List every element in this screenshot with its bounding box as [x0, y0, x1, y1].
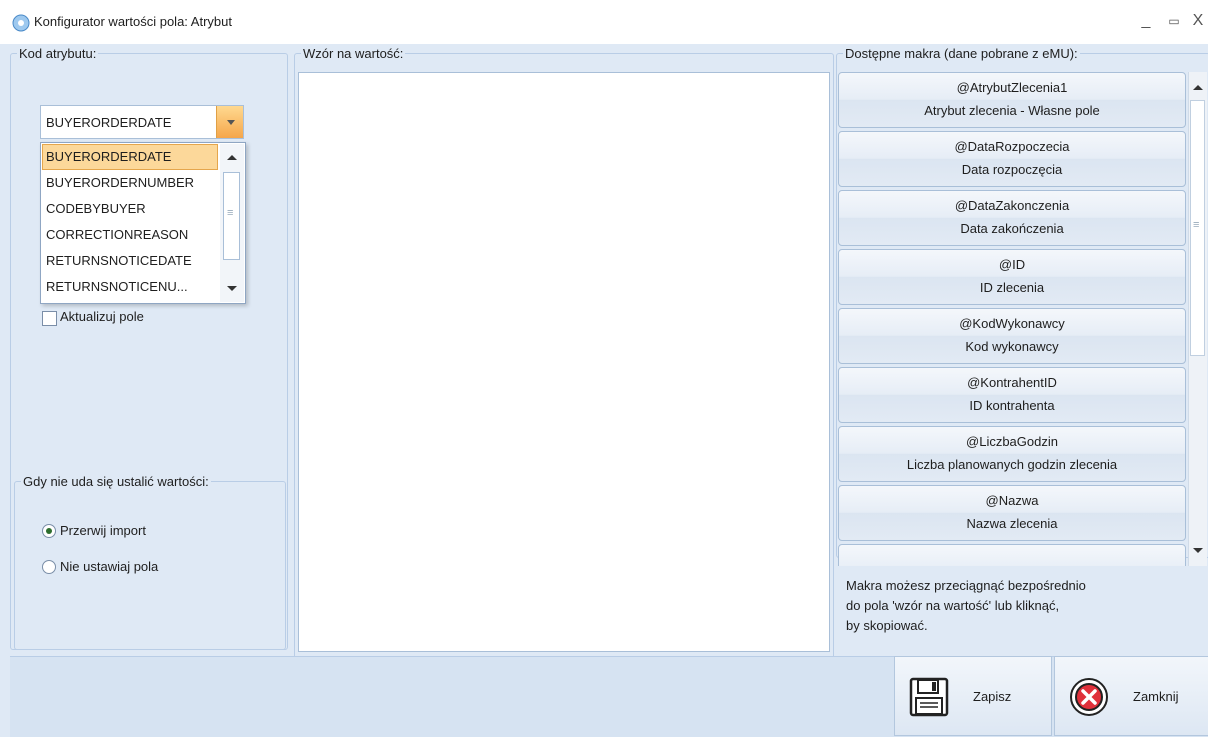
macro-description: ID zlecenia — [979, 280, 1045, 295]
app-icon — [12, 14, 30, 32]
save-button[interactable]: Zapisz — [894, 656, 1052, 736]
macro-button-partial[interactable] — [838, 544, 1186, 566]
combobox-value: BUYERORDERDATE — [46, 115, 172, 130]
scroll-down-icon[interactable] — [227, 286, 237, 296]
close-button[interactable]: Zamknij — [1054, 656, 1208, 736]
scroll-thumb[interactable] — [223, 172, 240, 260]
macro-description: ID kontrahenta — [969, 398, 1055, 413]
dropdown-option[interactable]: RETURNSNOTICENU... — [42, 274, 222, 300]
macro-description: Liczba planowanych godzin zlecenia — [906, 457, 1118, 472]
dropdown-scrollbar[interactable] — [220, 144, 244, 302]
scroll-down-icon[interactable] — [1193, 548, 1203, 558]
macro-code: @Nazwa — [985, 493, 1039, 508]
macro-code: @KodWykonawcy — [959, 316, 1065, 331]
macro-button[interactable]: @LiczbaGodzin Liczba planowanych godzin … — [838, 426, 1186, 482]
macros-group-label: Dostępne makra (dane pobrane z eMU): — [845, 46, 1078, 61]
macro-button[interactable]: @DataRozpoczecia Data rozpoczęcia — [838, 131, 1186, 187]
close-circle-icon — [1070, 678, 1108, 716]
macro-button[interactable]: @Nazwa Nazwa zlecenia — [838, 485, 1186, 541]
minimize-button[interactable]: _ — [1132, 8, 1160, 34]
hint-line: do pola 'wzór na wartość' lub kliknąć, — [846, 598, 1060, 613]
macro-scrollbar[interactable] — [1188, 72, 1207, 566]
macro-description: Data zakończenia — [960, 221, 1064, 236]
attribute-code-label: Kod atrybutu: — [19, 46, 97, 61]
macro-button[interactable]: @DataZakonczenia Data zakończenia — [838, 190, 1186, 246]
close-button-label: Zamknij — [1133, 689, 1179, 704]
update-field-checkbox[interactable] — [42, 311, 57, 326]
macro-code: @ID — [998, 257, 1026, 272]
macro-code: @DataRozpoczecia — [954, 139, 1070, 154]
fallback-group-label: Gdy nie uda się ustalić wartości: — [23, 474, 209, 489]
window-title: Konfigurator wartości pola: Atrybut — [34, 14, 232, 29]
close-window-button[interactable]: X — [1184, 8, 1208, 34]
macro-description: Data rozpoczęcia — [961, 162, 1063, 177]
macro-button[interactable]: @KontrahentID ID kontrahenta — [838, 367, 1186, 423]
dropdown-option[interactable]: BUYERORDERDATE — [42, 144, 218, 170]
macro-description: Nazwa zlecenia — [966, 516, 1058, 531]
macro-hint: Makra możesz przeciągnąć bezpośrednio do… — [846, 576, 1186, 636]
do-not-set-field-label: Nie ustawiaj pola — [60, 559, 159, 574]
macro-button[interactable]: @ID ID zlecenia — [838, 249, 1186, 305]
macro-list: @AtrybutZlecenia1 Atrybut zlecenia - Wła… — [838, 72, 1186, 566]
macro-code: @DataZakonczenia — [954, 198, 1070, 213]
dropdown-option[interactable]: CORRECTIONREASON — [42, 222, 222, 248]
macro-button[interactable]: @AtrybutZlecenia1 Atrybut zlecenia - Wła… — [838, 72, 1186, 128]
macro-description: Kod wykonawcy — [965, 339, 1059, 354]
do-not-set-field-radio[interactable] — [42, 560, 56, 574]
macro-code: @AtrybutZlecenia1 — [956, 80, 1068, 95]
macro-code: @LiczbaGodzin — [966, 434, 1058, 449]
chevron-down-icon[interactable] — [216, 106, 243, 138]
floppy-disk-icon — [909, 677, 949, 717]
attribute-code-dropdown[interactable]: BUYERORDERDATE BUYERORDERNUMBER CODEBYBU… — [40, 142, 246, 304]
abort-import-radio[interactable] — [42, 524, 56, 538]
hint-line: Makra możesz przeciągnąć bezpośrednio — [846, 578, 1086, 593]
scroll-thumb[interactable] — [1190, 100, 1205, 356]
value-formula-textarea[interactable] — [298, 72, 830, 652]
scroll-up-icon[interactable] — [227, 150, 237, 160]
hint-line: by skopiować. — [846, 618, 928, 633]
title-bar: Konfigurator wartości pola: Atrybut _ ▭ … — [0, 0, 1208, 44]
value-formula-label: Wzór na wartość: — [303, 46, 404, 61]
scroll-up-icon[interactable] — [1193, 80, 1203, 90]
macro-button[interactable]: @KodWykonawcy Kod wykonawcy — [838, 308, 1186, 364]
dropdown-option[interactable]: RETURNSNOTICEDATE — [42, 248, 222, 274]
macro-code: @KontrahentID — [967, 375, 1057, 390]
abort-import-label: Przerwij import — [60, 523, 146, 538]
update-field-label: Aktualizuj pole — [60, 309, 144, 324]
save-button-label: Zapisz — [973, 689, 1012, 704]
attribute-code-combobox[interactable]: BUYERORDERDATE — [40, 105, 244, 139]
macro-description: Atrybut zlecenia - Własne pole — [924, 103, 1100, 118]
dropdown-option[interactable]: CODEBYBUYER — [42, 196, 222, 222]
dropdown-option[interactable]: BUYERORDERNUMBER — [42, 170, 222, 196]
